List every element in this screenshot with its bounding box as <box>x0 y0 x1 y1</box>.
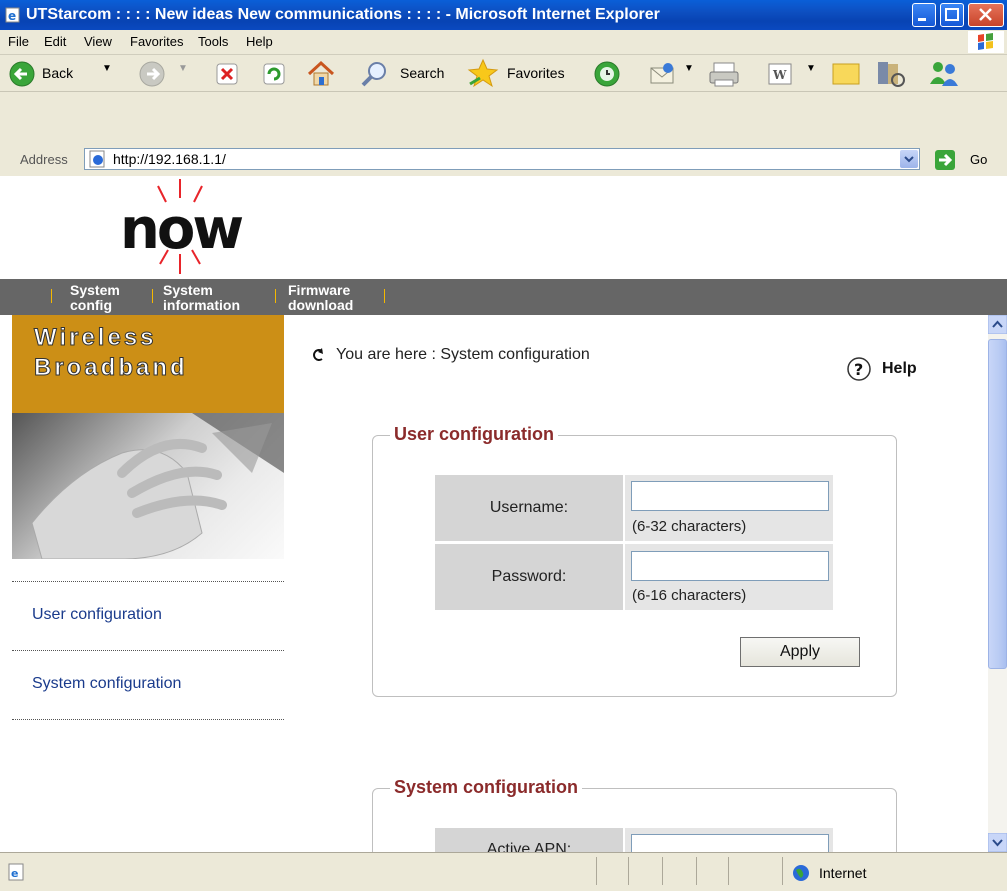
edit-word-icon[interactable]: W <box>766 62 794 86</box>
password-hint: (6-16 characters) <box>632 587 747 604</box>
minimize-button[interactable] <box>912 3 936 27</box>
address-dropdown-button[interactable] <box>900 150 918 168</box>
nav-system-config[interactable]: System config <box>70 283 145 315</box>
favorites-button[interactable]: Favorites <box>466 58 576 88</box>
hand-photo <box>12 413 284 559</box>
svg-text:e: e <box>11 867 18 880</box>
sidebar-item-user-configuration[interactable]: User configuration <box>32 606 162 624</box>
wireless-broadband-banner: Wireless Broadband <box>12 315 284 413</box>
status-bar: e Internet <box>0 852 1007 891</box>
close-icon <box>979 8 992 21</box>
menu-file[interactable]: File <box>8 34 29 49</box>
svg-text:?: ? <box>854 360 863 379</box>
active-apn-input[interactable] <box>631 834 829 852</box>
windows-logo-icon <box>968 31 1004 53</box>
internet-zone-icon <box>793 865 809 881</box>
forward-dropdown-icon[interactable]: ▼ <box>178 63 188 74</box>
go-arrow-icon <box>935 150 955 170</box>
apply-button[interactable]: Apply <box>740 637 860 667</box>
menu-help[interactable]: Help <box>246 34 273 49</box>
menu-bar: File Edit View Favorites Tools Help <box>0 30 1007 55</box>
back-dropdown-icon[interactable]: ▼ <box>102 63 112 74</box>
browser-toolbar: Back ▼ ▼ Search Favorites ▼ W ▼ <box>0 55 1007 92</box>
scroll-up-icon[interactable] <box>988 315 1007 334</box>
chevron-down-icon <box>904 156 914 163</box>
menu-edit[interactable]: Edit <box>44 34 66 49</box>
ie-page-icon: e <box>5 7 20 23</box>
nav-firmware-download[interactable]: Firmware download <box>288 283 378 315</box>
back-arrow-icon <box>9 61 35 87</box>
page-icon <box>89 150 105 168</box>
menu-tools[interactable]: Tools <box>198 34 228 49</box>
messenger-icon[interactable] <box>926 58 962 88</box>
help-button[interactable]: ? Help <box>846 356 936 382</box>
title-bar: e UTStarcom : : : : New ideas New commun… <box>0 0 1007 30</box>
maximize-button[interactable] <box>940 3 964 27</box>
top-nav: System config System information Firmwar… <box>0 279 1007 315</box>
username-hint: (6-32 characters) <box>632 518 747 535</box>
system-configuration-legend: System configuration <box>390 777 583 798</box>
minimize-icon <box>918 18 926 21</box>
brand-text: Wireless Broadband <box>34 324 188 382</box>
user-configuration-legend: User configuration <box>390 424 559 445</box>
home-icon[interactable] <box>306 60 336 88</box>
page-status-icon: e <box>8 863 24 881</box>
mail-icon[interactable] <box>648 60 678 88</box>
stop-icon[interactable] <box>215 62 239 86</box>
address-label: Address <box>20 152 68 167</box>
print-icon[interactable] <box>708 60 742 88</box>
svg-text:W: W <box>772 68 787 82</box>
scrollbar-thumb[interactable] <box>988 339 1007 669</box>
sidebar-item-system-configuration[interactable]: System configuration <box>32 675 181 693</box>
history-icon[interactable] <box>592 60 622 88</box>
maximize-icon <box>945 8 959 21</box>
window-title: UTStarcom : : : : New ideas New communic… <box>26 6 660 23</box>
address-url: http://192.168.1.1/ <box>113 151 226 167</box>
nav-system-information[interactable]: System information <box>163 283 268 315</box>
password-label: Password: <box>435 544 623 610</box>
svg-text:e: e <box>8 9 16 23</box>
discuss-icon[interactable] <box>830 60 862 88</box>
refresh-icon[interactable] <box>262 62 286 86</box>
now-logo-icon: now <box>120 179 245 274</box>
back-button[interactable]: Back ▼ <box>8 60 118 88</box>
favorites-star-icon <box>467 58 499 88</box>
menu-favorites[interactable]: Favorites <box>130 34 183 49</box>
web-page: now System config System information Fir… <box>0 176 1007 852</box>
search-icon <box>361 62 386 87</box>
active-apn-label: Active APN: <box>435 828 623 852</box>
address-input[interactable]: http://192.168.1.1/ <box>84 148 920 170</box>
main-content: You are here : System configuration ? He… <box>284 315 988 852</box>
close-button[interactable] <box>968 3 1004 27</box>
mail-dropdown-icon[interactable]: ▼ <box>684 63 694 74</box>
username-label: Username: <box>435 475 623 541</box>
scroll-down-icon[interactable] <box>988 833 1007 852</box>
research-icon[interactable] <box>874 58 906 88</box>
search-button[interactable]: Search <box>360 60 456 88</box>
hand-image <box>31 413 284 559</box>
menu-view[interactable]: View <box>84 34 112 49</box>
forward-arrow-icon[interactable] <box>138 60 166 88</box>
go-button[interactable]: Go <box>934 149 1000 171</box>
breadcrumb: You are here : System configuration <box>336 346 590 363</box>
internet-zone-label: Internet <box>819 865 867 881</box>
page-header: now <box>0 176 1007 279</box>
svg-text:now: now <box>120 197 242 262</box>
arrow-return-icon <box>313 348 323 361</box>
username-input[interactable] <box>631 481 829 511</box>
help-icon: ? <box>847 357 871 381</box>
password-input[interactable] <box>631 551 829 581</box>
edit-dropdown-icon[interactable]: ▼ <box>806 63 816 74</box>
